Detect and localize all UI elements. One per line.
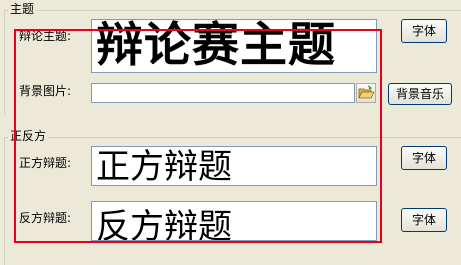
browse-image-button[interactable]	[356, 83, 376, 103]
pro-topic-text: 正方辩题	[96, 147, 232, 186]
debate-topic-label: 辩论主题:	[19, 29, 72, 43]
pro-font-button[interactable]: 字体	[401, 146, 447, 170]
sides-group-title: 正反方	[8, 129, 49, 143]
background-image-label: 背景图片:	[19, 84, 72, 98]
con-topic-label: 反方辩题:	[19, 211, 72, 225]
topic-group-title: 主题	[8, 2, 37, 16]
topic-font-button[interactable]: 字体	[401, 19, 447, 43]
debate-settings-panel: 主题 辩论主题: 辩论赛主题 字体 背景图片: 背景音乐 正反方 正方辩题: 正…	[0, 0, 461, 265]
con-topic-input[interactable]: 反方辩题	[91, 201, 377, 241]
con-topic-text: 反方辩题	[96, 207, 232, 241]
background-music-button[interactable]: 背景音乐	[388, 83, 452, 105]
pro-topic-input[interactable]: 正方辩题	[91, 146, 377, 186]
folder-open-icon	[358, 85, 375, 99]
con-font-button[interactable]: 字体	[401, 208, 447, 232]
debate-topic-text: 辩论赛主题	[96, 19, 336, 73]
pro-topic-label: 正方辩题:	[19, 156, 72, 170]
background-image-input[interactable]	[91, 83, 355, 103]
debate-topic-input[interactable]: 辩论赛主题	[91, 19, 377, 73]
